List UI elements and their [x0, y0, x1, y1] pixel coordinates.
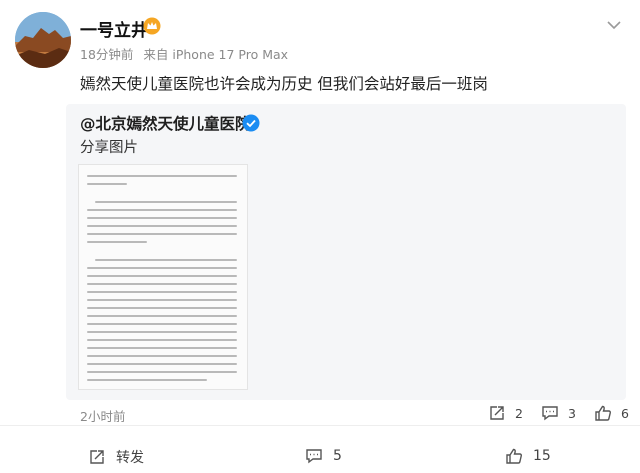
comment-icon [542, 406, 558, 421]
verified-badge-icon [242, 114, 260, 132]
repost-comment-button[interactable]: 3 [541, 404, 576, 422]
shared-document-image[interactable] [78, 164, 248, 390]
post-source: 来自 iPhone 17 Pro Max [143, 47, 289, 62]
repost-repost-button[interactable]: 2 [488, 404, 523, 422]
repost-label: 转发 [116, 450, 144, 466]
author-name[interactable]: 一号立井 [80, 16, 148, 41]
repost-icon [490, 406, 504, 420]
repost-repost-count: 2 [515, 405, 523, 421]
repost-subtitle: 分享图片 [80, 140, 138, 156]
repost-comment-count: 3 [568, 405, 576, 421]
post-text: 嫣然天使儿童医院也许会成为历史 但我们会站好最后一班岗 [80, 75, 488, 93]
post-meta: 18分钟前 来自 iPhone 17 Pro Max [80, 44, 294, 63]
post-time: 18分钟前 [80, 47, 134, 62]
comment-icon [306, 449, 322, 464]
comment-button[interactable]: 5 [305, 447, 342, 465]
divider [0, 425, 640, 426]
thumbs-up-icon [595, 405, 611, 421]
chevron-down-icon[interactable] [605, 16, 623, 34]
comment-count: 5 [333, 448, 342, 464]
thumbs-up-icon [506, 448, 522, 464]
avatar[interactable] [15, 12, 71, 68]
repost-card[interactable]: @北京嫣然天使儿童医院 分享图片 2小时前 2 3 6 [66, 104, 629, 424]
share-icon [90, 450, 104, 464]
repost-like-button[interactable]: 6 [594, 404, 629, 422]
repost-button[interactable]: 转发 [88, 447, 144, 467]
weibo-post: 一号立井 18分钟前 来自 iPhone 17 Pro Max 嫣然天使儿童医院… [0, 0, 640, 473]
repost-time: 2小时前 [80, 409, 126, 424]
like-count: 15 [533, 448, 551, 464]
vip-crown-icon [143, 17, 161, 35]
repost-author-mention[interactable]: @北京嫣然天使儿童医院 [80, 112, 251, 134]
like-button[interactable]: 15 [505, 447, 551, 465]
repost-like-count: 6 [621, 405, 629, 421]
